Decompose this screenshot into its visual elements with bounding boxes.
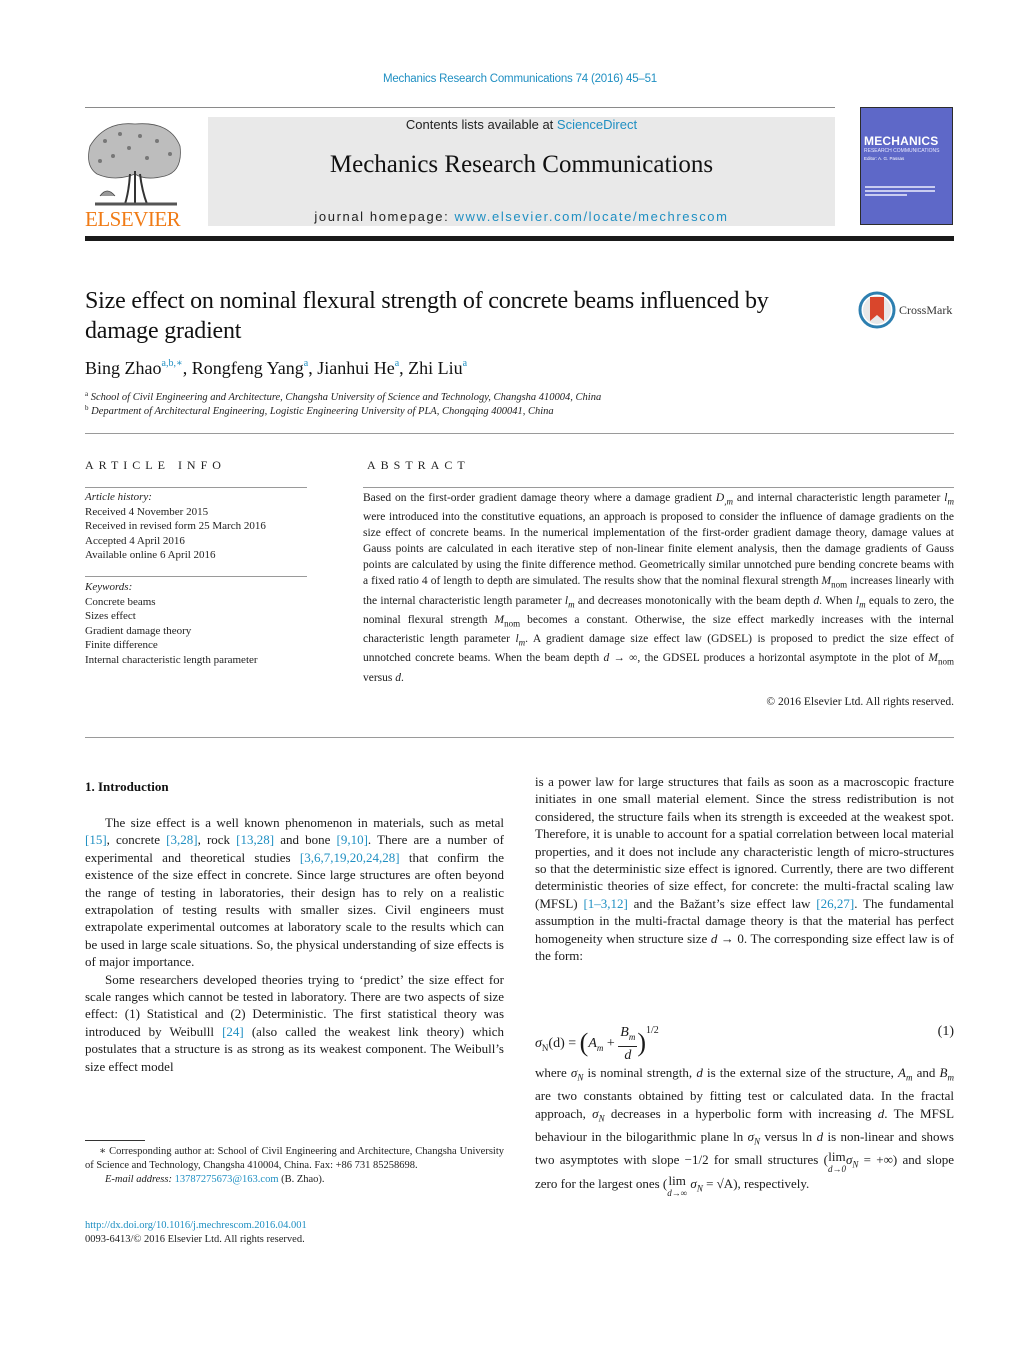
article-history: Article history: Received 4 November 201… [85, 490, 307, 563]
keyword: Sizes effect [85, 610, 136, 622]
section-heading-introduction: 1. Introduction [85, 779, 169, 794]
email-line: E-mail address: 13787275673@163.com (B. … [85, 1173, 504, 1187]
homepage-link[interactable]: www.elsevier.com/locate/mechrescom [455, 209, 729, 224]
citation-link[interactable]: [3,28] [166, 832, 197, 847]
footnote-rule [85, 1140, 145, 1141]
paragraph: is a power law for large structures that… [535, 774, 955, 964]
divider [85, 737, 954, 738]
email-link[interactable]: 13787275673@163.com [175, 1174, 279, 1185]
author-marks[interactable]: a [304, 358, 308, 369]
citation-link[interactable]: [15] [85, 832, 107, 847]
citation-link[interactable]: [1–3,12] [583, 896, 627, 911]
citation-link[interactable]: [24] [222, 1024, 244, 1039]
corresponding-author-footnote: ∗ Corresponding author at: School of Civ… [85, 1145, 504, 1187]
crossmark-label[interactable]: CrossMark [899, 303, 952, 318]
divider [363, 487, 954, 488]
header-rule [85, 107, 835, 108]
right-column-body: is a power law for large structures that… [535, 773, 954, 964]
doi-block: http://dx.doi.org/10.1016/j.mechrescom.2… [85, 1219, 307, 1247]
article-title: Size effect on nominal flexural strength… [85, 288, 769, 344]
keyword: Internal characteristic length parameter [85, 653, 258, 666]
abstract-copyright: © 2016 Elsevier Ltd. All rights reserved… [766, 696, 954, 708]
author-name[interactable]: Bing Zhao [85, 358, 162, 378]
equation-1: σN(d) = (Am + Bm d)1/2 (1) [535, 1011, 954, 1063]
author-list: Bing Zhaoa,b,∗, Rongfeng Yanga, Jianhui … [85, 358, 468, 378]
affiliation-b: b Department of Architectural Engineerin… [85, 404, 554, 417]
history-item: Accepted 4 April 2016 [85, 534, 185, 547]
author-marks[interactable]: a,b,∗ [162, 358, 183, 369]
email-label: E-mail address: [105, 1174, 175, 1185]
cover-text-lines [865, 186, 935, 198]
history-item: Available online 6 April 2016 [85, 549, 216, 561]
cover-title: MECHANICS [864, 134, 939, 148]
author-marks[interactable]: a [463, 358, 467, 369]
affiliation-mark: b [85, 404, 89, 412]
affiliation-text: School of Civil Engineering and Architec… [90, 392, 602, 403]
keywords: Keywords: Concrete beams Sizes effect Gr… [85, 580, 307, 667]
author-name[interactable]: Jianhui He [317, 358, 394, 378]
doi-link[interactable]: http://dx.doi.org/10.1016/j.mechrescom.2… [85, 1219, 307, 1233]
divider [85, 487, 307, 488]
elsevier-wordmark[interactable]: ELSEVIER [85, 207, 181, 232]
cover-editor: Editor: A. G. Passas [864, 156, 905, 161]
affiliation-mark: a [85, 390, 89, 398]
contents-prefix: Contents lists available at [405, 117, 557, 132]
citation-link[interactable]: [9,10] [336, 832, 367, 847]
masthead-rule [85, 236, 954, 241]
article-info-heading: ARTICLE INFO [85, 458, 226, 472]
equation-body: σN(d) = (Am + Bm d)1/2 [535, 1025, 659, 1063]
paragraph: The size effect is a well known phenomen… [85, 815, 504, 970]
abstract-heading: ABSTRACT [367, 458, 470, 472]
history-item: Received 4 November 2015 [85, 505, 209, 518]
author-name[interactable]: Zhi Liu [408, 358, 463, 378]
abstract-body: Based on the first-order gradient damage… [363, 492, 954, 684]
running-head[interactable]: Mechanics Research Communications 74 (20… [0, 73, 1020, 85]
equation-number: (1) [937, 1024, 954, 1039]
divider [85, 433, 954, 434]
affiliation-text: Department of Architectural Engineering,… [91, 406, 554, 417]
homepage-prefix: journal homepage: [314, 209, 455, 224]
journal-cover-thumbnail[interactable]: MECHANICS RESEARCH COMMUNICATIONS Editor… [860, 107, 953, 225]
keyword: Finite difference [85, 639, 158, 651]
keyword: Gradient damage theory [85, 624, 192, 637]
paragraph: where σN is nominal strength, d is the e… [535, 1065, 955, 1199]
citation-link[interactable]: [26,27] [816, 896, 854, 911]
author-name[interactable]: Rongfeng Yang [192, 358, 304, 378]
affiliation-a: a School of Civil Engineering and Archit… [85, 390, 601, 403]
keyword: Concrete beams [85, 595, 156, 608]
cover-subtitle: RESEARCH COMMUNICATIONS [864, 148, 940, 154]
history-item: Received in revised form 25 March 2016 [85, 520, 266, 532]
crossmark-icon[interactable] [858, 291, 896, 329]
contents-line: Contents lists available at ScienceDirec… [208, 117, 835, 132]
keywords-heading: Keywords: [85, 581, 133, 593]
journal-title: Mechanics Research Communications [329, 151, 714, 178]
paragraph: Some researchers developed theories tryi… [85, 971, 504, 1074]
corresponding-text: ∗ Corresponding author at: School of Civ… [85, 1146, 504, 1171]
right-column-body-2: where σN is nominal strength, d is the e… [535, 1064, 954, 1199]
citation-link[interactable]: [13,28] [236, 832, 274, 847]
homepage-line: journal homepage: www.elsevier.com/locat… [208, 209, 835, 224]
divider [85, 576, 307, 577]
issn-copyright: 0093-6413/© 2016 Elsevier Ltd. All right… [85, 1234, 305, 1245]
author-marks[interactable]: a [395, 358, 399, 369]
email-suffix: (B. Zhao). [278, 1174, 325, 1185]
journal-banner: Contents lists available at ScienceDirec… [208, 117, 835, 226]
history-heading: Article history: [85, 491, 152, 503]
sciencedirect-link[interactable]: ScienceDirect [557, 117, 637, 132]
citation-link[interactable]: [3,6,7,19,20,24,28] [300, 850, 400, 865]
left-column-body: The size effect is a well known phenomen… [85, 814, 504, 1075]
